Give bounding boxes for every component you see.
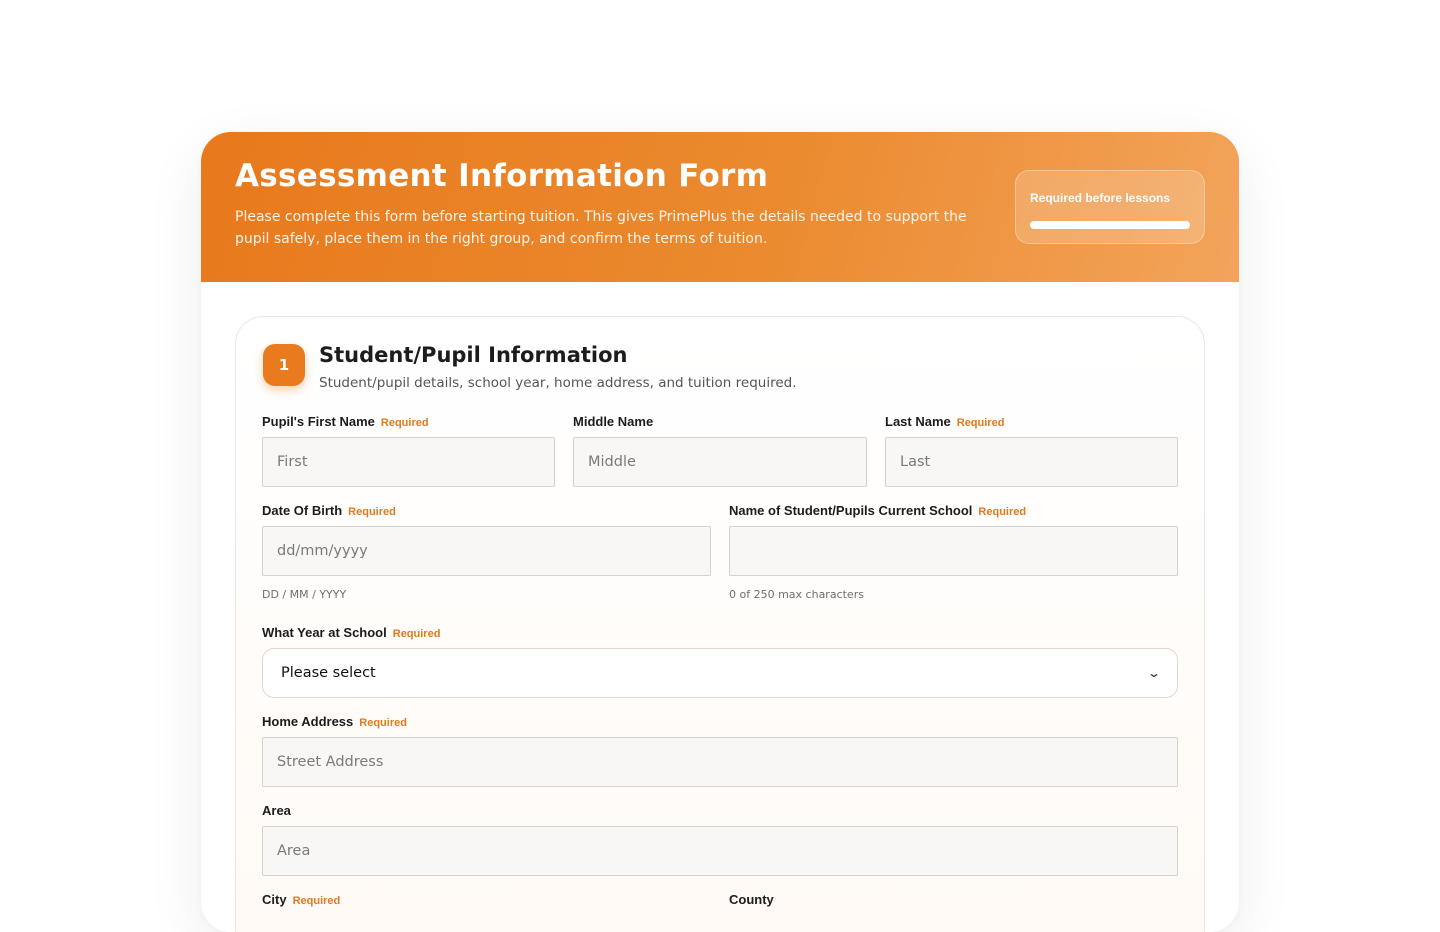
- last-name-placeholder: Last: [900, 454, 931, 470]
- first-name-input[interactable]: First: [262, 437, 555, 487]
- school-char-count: 0 of 250 max characters: [729, 588, 864, 601]
- middle-name-label-text: Middle Name: [573, 414, 654, 429]
- section-subtitle: Student/pupil details, school year, home…: [319, 375, 797, 391]
- middle-name-input[interactable]: Middle: [573, 437, 867, 487]
- dob-hint: DD / MM / YYYY: [262, 588, 347, 601]
- required-marker: Required: [292, 895, 341, 907]
- required-marker: Required: [392, 628, 441, 640]
- form-header: Assessment Information Form Please compl…: [201, 132, 1239, 282]
- status-badge: Required before lessons: [1015, 170, 1205, 244]
- page-title: Assessment Information Form: [235, 158, 769, 194]
- chevron-down-icon: ⌄: [1146, 666, 1162, 680]
- first-name-placeholder: First: [277, 454, 308, 470]
- year-select-value: Please select: [281, 665, 376, 681]
- progress-fill: [1030, 221, 1190, 229]
- year-label-text: What Year at School: [262, 625, 387, 640]
- school-input[interactable]: [729, 526, 1178, 576]
- dob-label-text: Date Of Birth: [262, 503, 343, 518]
- required-marker: Required: [380, 417, 429, 429]
- home-address-label-text: Home Address: [262, 714, 354, 729]
- school-label-text: Name of Student/Pupils Current School: [729, 503, 973, 518]
- required-marker: Required: [978, 506, 1027, 518]
- required-marker: Required: [956, 417, 1005, 429]
- required-marker: Required: [348, 506, 396, 518]
- school-label: Name of Student/Pupils Current School Req…: [729, 503, 1026, 518]
- page-description: Please complete this form before startin…: [235, 209, 967, 247]
- year-label: What Year at School Required: [262, 625, 440, 640]
- middle-name-placeholder: Middle: [588, 454, 636, 470]
- last-name-label: Last Name Required: [885, 414, 1004, 429]
- area-input[interactable]: Area: [262, 826, 1178, 876]
- area-label: Area: [262, 803, 291, 818]
- street-address-placeholder: Street Address: [277, 754, 384, 770]
- dob-placeholder: dd/mm/yyyy: [277, 543, 368, 559]
- section-number-badge: 1: [263, 344, 305, 386]
- street-address-input[interactable]: Street Address: [262, 737, 1178, 787]
- student-info-section: 1 Student/Pupil Information Student/pupi…: [235, 316, 1205, 932]
- home-address-label: Home Address Required: [262, 714, 407, 729]
- year-select[interactable]: Please select ⌄: [262, 648, 1178, 698]
- last-name-input[interactable]: Last: [885, 437, 1178, 487]
- dob-label: Date Of Birth Required: [262, 503, 396, 518]
- section-title: Student/Pupil Information: [319, 343, 628, 367]
- required-marker: Required: [359, 717, 407, 729]
- status-badge-label: Required before lessons: [1030, 191, 1171, 205]
- progress-track: [1030, 221, 1190, 229]
- area-label-text: Area: [262, 803, 291, 818]
- first-name-label-text: Pupil's First Name: [262, 414, 375, 429]
- form-card: Assessment Information Form Please compl…: [201, 132, 1239, 932]
- last-name-label-text: Last Name: [885, 414, 951, 429]
- area-placeholder: Area: [277, 843, 311, 859]
- dob-input[interactable]: dd/mm/yyyy: [262, 526, 711, 576]
- middle-name-label: Middle Name: [573, 414, 653, 429]
- first-name-label: Pupil's First Name Required: [262, 414, 429, 429]
